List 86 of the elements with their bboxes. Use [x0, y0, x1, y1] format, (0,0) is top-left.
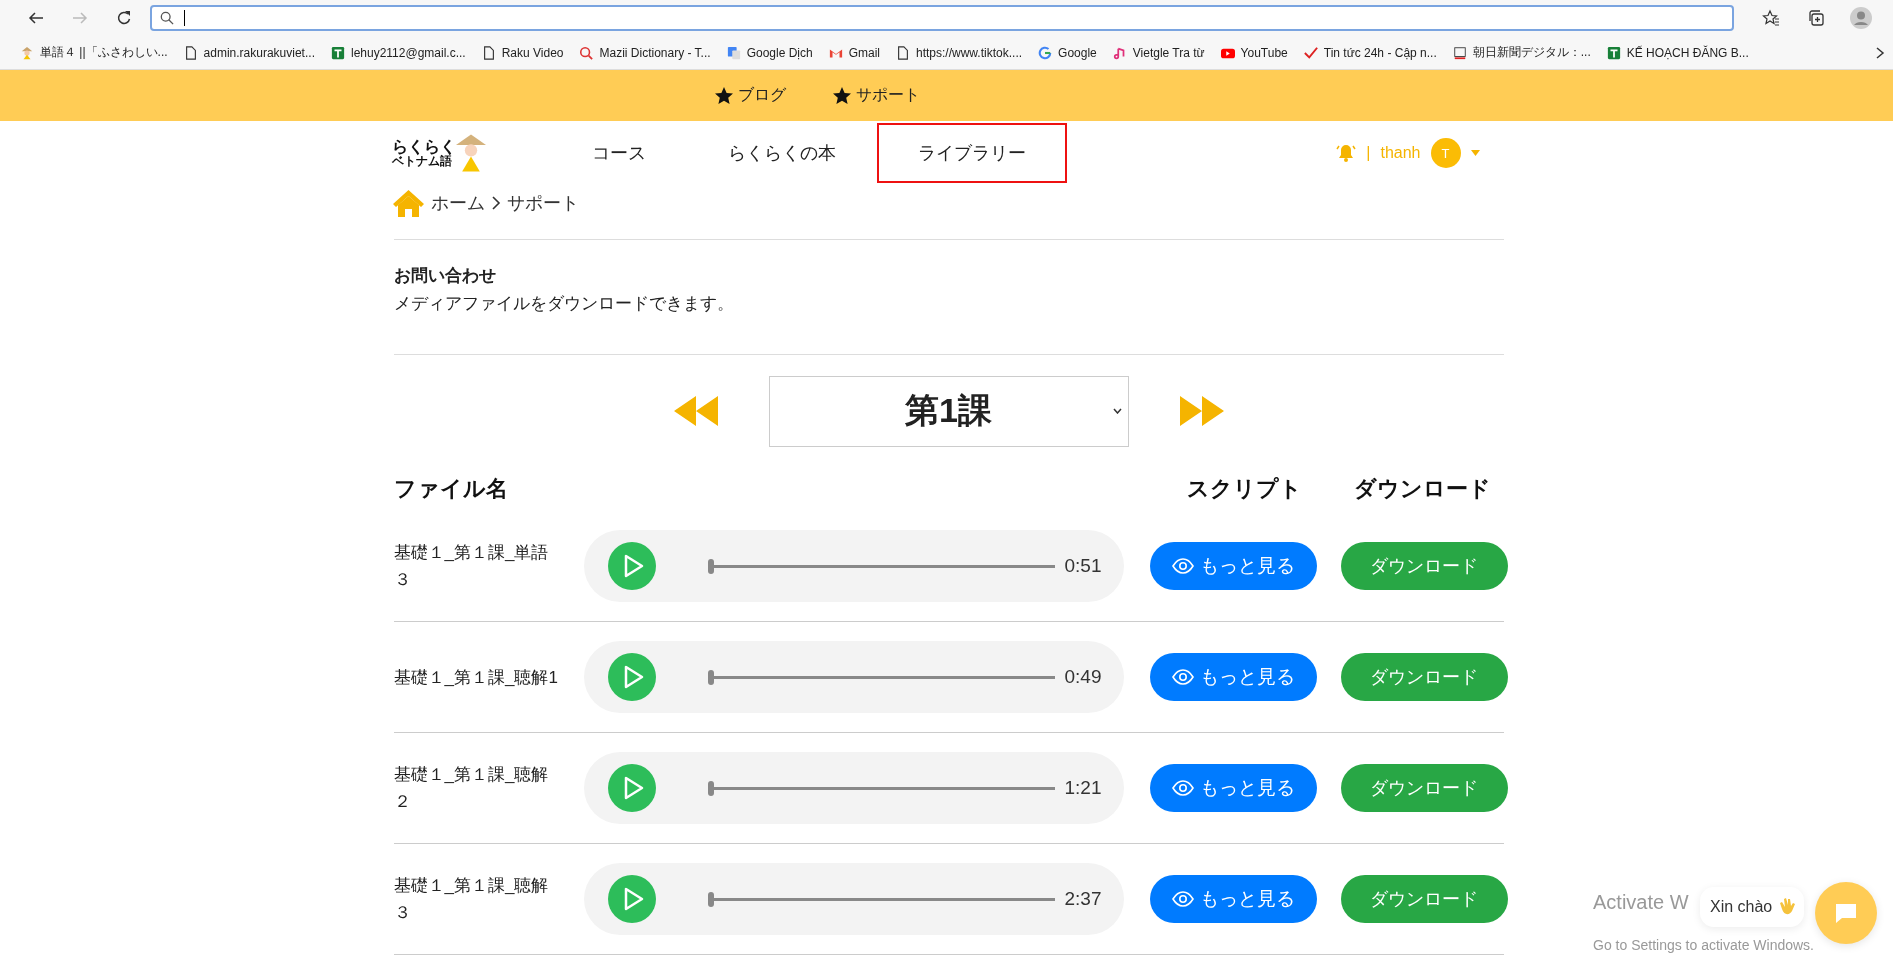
back-arrow-icon[interactable]	[28, 10, 44, 26]
system-notice-text: Go to Settings to activate Windows.	[1593, 937, 1814, 953]
lesson-select[interactable]: 第1課	[768, 375, 1129, 447]
audio-duration: 0:49	[1064, 666, 1102, 688]
progress-thumb[interactable]	[707, 558, 714, 574]
greeting-bubble: Xin chào	[1700, 887, 1805, 927]
google-icon	[1038, 45, 1053, 60]
chevron-right-icon	[490, 196, 501, 210]
bookmark[interactable]: YouTube	[1212, 45, 1296, 60]
bookmark[interactable]: Tin tức 24h - Cập n...	[1295, 45, 1445, 60]
progress-thumb[interactable]	[707, 891, 714, 907]
star-icon	[831, 85, 852, 106]
chat-bubble-icon	[1834, 902, 1858, 924]
column-header: ダウンロード	[1353, 475, 1492, 503]
section-title: お問い合わせ	[393, 265, 497, 287]
nav-link[interactable]: コース	[550, 123, 687, 183]
translate-icon	[726, 45, 741, 60]
file-name: 基礎１_第１課_聴解２	[393, 764, 550, 813]
collections-icon[interactable]	[1806, 9, 1825, 27]
play-button-icon[interactable]	[607, 653, 656, 701]
star-icon	[713, 85, 734, 106]
progress-thumb[interactable]	[707, 780, 714, 796]
logo-text[interactable]: らくらく ベトナム語	[391, 137, 456, 169]
bookmark[interactable]: Mazii Dictionary - T...	[571, 45, 719, 60]
breadcrumb-current: サポート	[506, 192, 579, 215]
mascot-icon	[20, 45, 34, 60]
chevron-down-icon	[1112, 407, 1122, 414]
bookmark[interactable]: Gmail	[820, 45, 888, 60]
magnifier-icon	[579, 45, 594, 60]
page-icon	[896, 45, 910, 60]
address-bar[interactable]	[150, 5, 1734, 31]
eye-icon	[1171, 558, 1194, 574]
breadcrumb-link[interactable]: ホーム	[430, 191, 485, 215]
music-note-icon	[1112, 45, 1127, 60]
bookmark[interactable]: 単語４ ||「ふさわしい...	[12, 44, 176, 61]
progress-thumb[interactable]	[707, 669, 714, 685]
script-button[interactable]: もっと見る	[1149, 653, 1317, 701]
bell-icon[interactable]	[1336, 143, 1357, 163]
page-icon	[183, 45, 198, 60]
nav-link[interactable]: ライブラリー	[876, 123, 1067, 183]
bookmark[interactable]: Google Dịch	[718, 45, 821, 60]
eye-icon	[1171, 780, 1194, 796]
play-button-icon[interactable]	[607, 542, 656, 590]
sheet-icon	[330, 45, 345, 60]
chevron-right-icon[interactable]	[1875, 46, 1885, 59]
caret-down-icon[interactable]	[1470, 150, 1480, 156]
sheet-icon	[1606, 45, 1621, 60]
separator-text: |	[1366, 144, 1371, 162]
favorites-icon[interactable]	[1761, 9, 1780, 27]
column-header: スクリプト	[1186, 475, 1303, 503]
page-icon	[481, 45, 496, 60]
top-link[interactable]: サポート	[831, 85, 920, 106]
home-icon[interactable]	[391, 189, 425, 217]
script-button[interactable]: もっと見る	[1149, 764, 1317, 812]
eye-icon	[1171, 669, 1194, 685]
bookmark[interactable]: https://www.tiktok....	[888, 45, 1031, 60]
script-button[interactable]: もっと見る	[1149, 875, 1317, 923]
play-button-icon[interactable]	[607, 875, 656, 923]
play-button-icon[interactable]	[607, 764, 656, 812]
profile-avatar-icon[interactable]	[1849, 7, 1872, 29]
audio-duration: 1:21	[1064, 777, 1102, 799]
audio-duration: 2:37	[1064, 888, 1102, 910]
bookmark[interactable]: admin.rakurakuviet...	[175, 45, 323, 60]
bookmark[interactable]: 朝日新聞デジタル：...	[1444, 44, 1599, 61]
column-header: ファイル名	[393, 475, 509, 503]
fast-forward-icon[interactable]	[1178, 396, 1225, 426]
top-link[interactable]: ブログ	[713, 85, 786, 106]
file-name: 基礎１_第１課_聴解３	[393, 875, 550, 924]
bookmark[interactable]: lehuy2112@gmail.c...	[322, 45, 474, 60]
nav-link[interactable]: らくらくの本	[686, 123, 877, 183]
eye-icon	[1171, 891, 1194, 907]
system-notice-title: Activate W	[1593, 891, 1689, 914]
bookmark[interactable]: Vietgle Tra từ	[1104, 45, 1213, 60]
waving-hand-icon	[1778, 897, 1797, 917]
reload-icon[interactable]	[116, 10, 132, 26]
file-name: 基礎１_第１課_聴解1	[393, 666, 559, 689]
bookmark[interactable]: KẾ HOẠCH ĐĂNG B...	[1598, 45, 1757, 60]
rewind-icon[interactable]	[672, 396, 719, 426]
check-icon	[1303, 45, 1318, 60]
bookmark[interactable]: Raku Video	[473, 45, 572, 60]
file-name: 基礎１_第１課_単語３	[393, 542, 550, 591]
bookmark[interactable]: Google	[1030, 45, 1105, 60]
audio-duration: 0:51	[1064, 555, 1102, 577]
section-description: メディアファイルをダウンロードできます。	[393, 293, 735, 315]
script-button[interactable]: もっと見る	[1149, 542, 1317, 590]
search-icon	[160, 11, 174, 25]
